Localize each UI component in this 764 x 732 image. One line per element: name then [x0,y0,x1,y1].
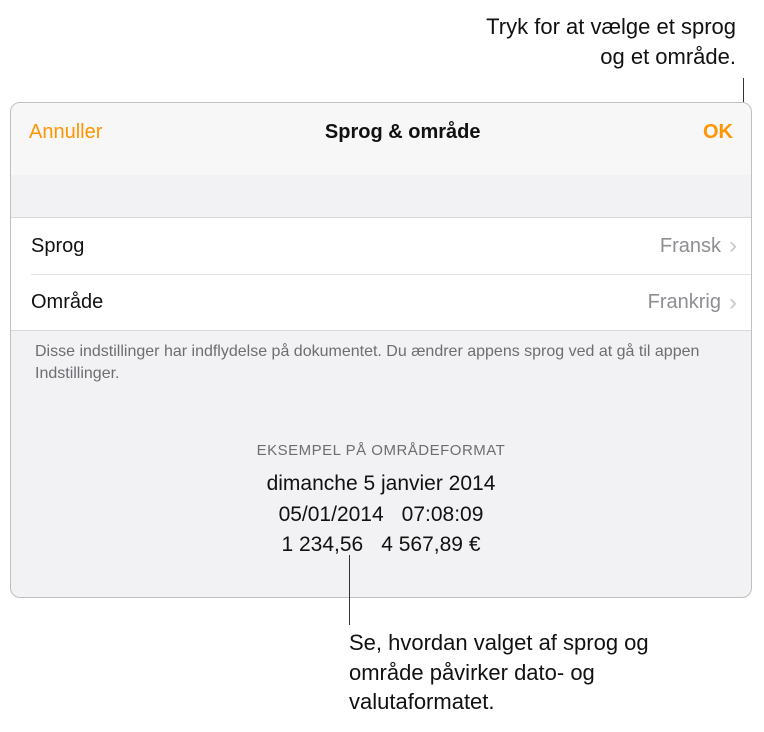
language-value: Fransk [660,235,721,258]
callout-bottom-text: Se, hvordan valget af sprog og område på… [349,630,649,714]
region-row[interactable]: Område Frankrig › [31,274,751,330]
region-label: Område [31,291,103,314]
example-short-date: 05/01/2014 [279,503,384,526]
callout-line [349,555,350,625]
language-label: Sprog [31,235,84,258]
example-date-time: 05/01/2014 07:08:09 [11,500,751,530]
callout-top: Tryk for at vælge et sprog og et område. [486,12,736,71]
callout-bottom: Se, hvordan valget af sprog og område på… [349,628,729,717]
region-value: Frankrig [648,291,721,314]
example-long-date: dimanche 5 janvier 2014 [11,469,751,499]
example-number: 1 234,56 [281,533,363,556]
example-time: 07:08:09 [402,503,484,526]
settings-footer-text: Disse indstillinger har indflydelse på d… [11,331,751,384]
chevron-right-icon: › [729,291,737,315]
panel-title: Sprog & område [325,115,481,144]
language-row[interactable]: Sprog Fransk › [11,218,751,274]
example-currency: 4 567,89 € [381,533,480,556]
panel-header: Annuller Sprog & område OK [11,103,751,175]
ok-button[interactable]: OK [703,115,733,144]
example-header: EKSEMPEL PÅ OMRÅDEFORMAT [11,442,751,459]
example-section: EKSEMPEL PÅ OMRÅDEFORMAT dimanche 5 janv… [11,442,751,560]
cancel-button[interactable]: Annuller [29,115,102,144]
row-right: Fransk › [660,234,737,258]
row-right: Frankrig › [648,291,737,315]
example-numbers: 1 234,56 4 567,89 € [11,530,751,560]
chevron-right-icon: › [729,234,737,258]
settings-panel: Annuller Sprog & område OK Sprog Fransk … [10,102,752,598]
callout-top-text: Tryk for at vælge et sprog og et område. [486,14,736,69]
settings-list: Sprog Fransk › Område Frankrig › [11,217,751,331]
